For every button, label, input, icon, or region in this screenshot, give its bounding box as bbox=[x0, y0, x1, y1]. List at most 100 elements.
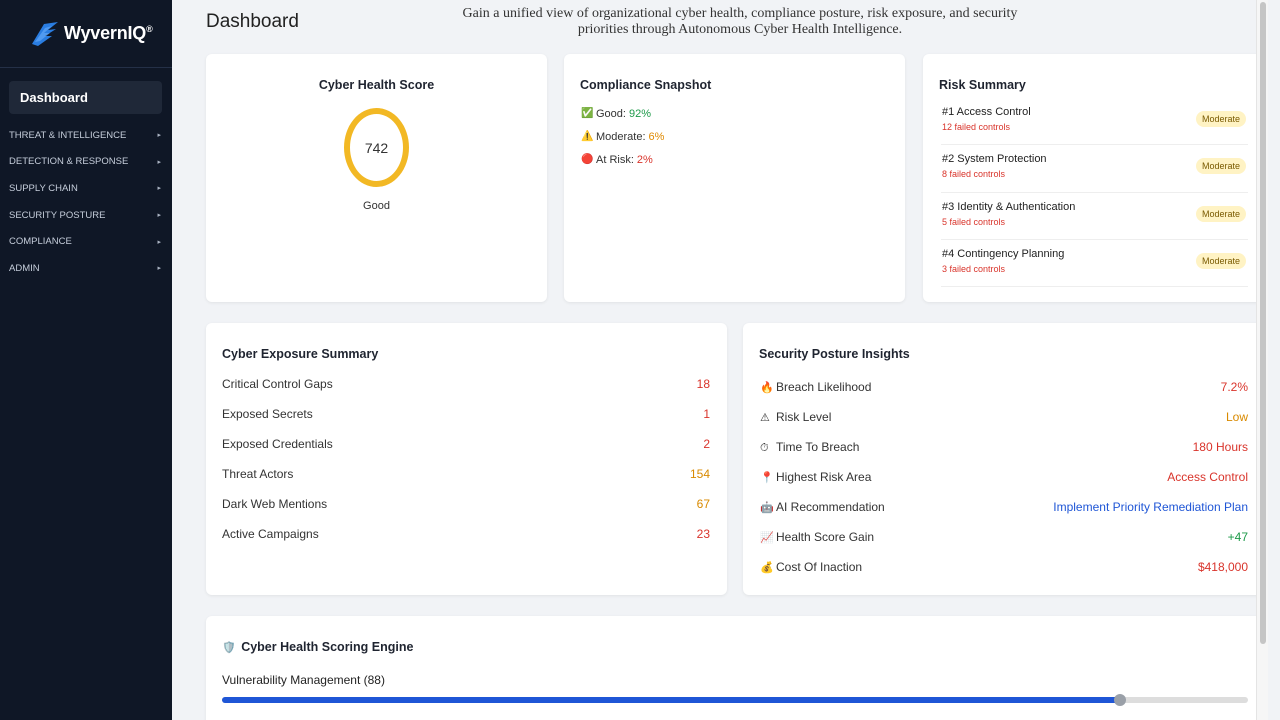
compliance-list: ✅ Good: 92% ⚠️ Moderate: 6% 🔴 At Risk: 2% bbox=[581, 102, 664, 171]
risk-item-failed-controls: 3 failed controls bbox=[942, 263, 1006, 274]
exposure-value: 67 bbox=[696, 497, 710, 511]
posture-value: Access Control bbox=[1167, 470, 1248, 484]
risk-item-title: #2 System Protection bbox=[942, 153, 1047, 166]
exposure-value: 154 bbox=[689, 467, 710, 481]
risk-item[interactable]: #4 Contingency Planning 3 failed controls… bbox=[941, 240, 1248, 288]
compliance-label: At Risk: bbox=[596, 153, 634, 166]
severity-badge: Moderate bbox=[1195, 252, 1246, 269]
vulnerability-management-slider[interactable] bbox=[222, 694, 1248, 706]
posture-row-highest-risk-area: 📍 Highest Risk Area Access Control bbox=[760, 462, 1248, 492]
exposure-label: Active Campaigns bbox=[222, 527, 319, 541]
exposure-row-active-campaigns: Active Campaigns 23 bbox=[222, 519, 710, 549]
compliance-label: Good: bbox=[596, 107, 626, 120]
posture-label: Risk Level bbox=[776, 410, 832, 424]
page-title: Dashboard bbox=[206, 11, 299, 32]
exposure-value: 18 bbox=[696, 377, 710, 391]
exposure-row-dark-web-mentions: Dark Web Mentions 67 bbox=[222, 489, 710, 519]
posture-label-group: 💰 Cost Of Inaction bbox=[760, 560, 862, 574]
severity-badge: Moderate bbox=[1195, 111, 1246, 127]
sidebar-item-security-posture[interactable]: SECURITY POSTURE ▸ bbox=[0, 202, 172, 229]
posture-value: Low bbox=[1225, 410, 1248, 424]
posture-value: $418,000 bbox=[1197, 560, 1248, 574]
sidebar-item-compliance[interactable]: COMPLIANCE ▸ bbox=[0, 228, 172, 255]
posture-value: +47 bbox=[1227, 530, 1248, 544]
page-tagline: Gain a unified view of organizational cy… bbox=[462, 6, 1018, 37]
slider-handle[interactable] bbox=[1113, 694, 1126, 706]
posture-label-group: 🔥 Breach Likelihood bbox=[760, 380, 871, 394]
posture-label: Health Score Gain bbox=[776, 530, 875, 544]
fire-icon: 🔥 bbox=[760, 382, 774, 394]
compliance-value: 2% bbox=[636, 153, 653, 166]
caret-right-icon: ▸ bbox=[157, 185, 161, 193]
posture-row-cost-of-inaction: 💰 Cost Of Inaction $418,000 bbox=[760, 552, 1248, 582]
posture-label: Cost Of Inaction bbox=[776, 560, 863, 574]
posture-row-breach-likelihood: 🔥 Breach Likelihood 7.2% bbox=[760, 372, 1248, 402]
robot-icon: 🤖 bbox=[760, 502, 774, 514]
brand[interactable]: WyvernIQ® bbox=[0, 0, 172, 68]
compliance-snapshot-card: Compliance Snapshot ✅ Good: 92% ⚠️ Moderate:… bbox=[564, 54, 905, 302]
red-dot-icon: 🔴 bbox=[581, 154, 594, 165]
posture-row-time-to-breach: ⏱ Time To Breach 180 Hours bbox=[760, 432, 1248, 462]
chart-up-icon: 📈 bbox=[760, 532, 774, 544]
risk-item-title: #4 Contingency Planning bbox=[942, 247, 1065, 260]
exposure-label: Exposed Secrets bbox=[222, 407, 313, 421]
card-title: 🛡️ Cyber Health Scoring Engine bbox=[222, 640, 414, 654]
health-score-value: 742 bbox=[364, 139, 389, 156]
compliance-row: 🔴 At Risk: 2% bbox=[581, 148, 664, 171]
slider-fill bbox=[222, 697, 1120, 703]
page-scrollbar[interactable] bbox=[1256, 0, 1268, 720]
scoring-engine-card: 🛡️ Cyber Health Scoring Engine Vulnerabi… bbox=[206, 616, 1264, 720]
sidebar-nav: THREAT & INTELLIGENCE ▸ DETECTION & RESPON… bbox=[0, 122, 172, 282]
sidebar-item-detection-response[interactable]: DETECTION & RESPONSE ▸ bbox=[0, 149, 172, 176]
posture-value: Implement Priority Remediation Plan bbox=[1053, 500, 1248, 514]
sidebar-item-dashboard[interactable]: Dashboard bbox=[9, 81, 162, 114]
sidebar-item-supply-chain[interactable]: SUPPLY CHAIN ▸ bbox=[0, 175, 172, 202]
health-score-label: Good bbox=[363, 200, 390, 212]
sidebar: WyvernIQ® Dashboard THREAT & INTELLIGENC… bbox=[0, 0, 172, 720]
exposure-value: 1 bbox=[703, 407, 710, 421]
posture-label: Breach Likelihood bbox=[776, 380, 872, 394]
caret-right-icon: ▸ bbox=[157, 238, 161, 246]
exposure-label: Dark Web Mentions bbox=[222, 497, 328, 511]
exposure-row-critical-control-gaps: Critical Control Gaps 18 bbox=[222, 369, 710, 399]
posture-label: Highest Risk Area bbox=[776, 470, 872, 484]
posture-row-risk-level: ⚠ Risk Level Low bbox=[760, 402, 1248, 432]
posture-label: AI Recommendation bbox=[776, 500, 885, 514]
sidebar-item-label: ADMIN bbox=[9, 262, 40, 274]
exposure-label: Critical Control Gaps bbox=[222, 377, 333, 391]
exposure-label: Exposed Credentials bbox=[222, 437, 333, 451]
exposure-value: 23 bbox=[696, 527, 710, 541]
posture-row-ai-recommendation: 🤖 AI Recommendation Implement Priority Rem… bbox=[760, 492, 1248, 522]
risk-item[interactable]: #2 System Protection 8 failed controls Mod… bbox=[941, 145, 1248, 193]
stopwatch-icon: ⏱ bbox=[760, 441, 769, 454]
cyber-health-score-card: Cyber Health Score 742 Good bbox=[206, 54, 547, 302]
money-bag-icon: 💰 bbox=[760, 562, 774, 574]
risk-item-failed-controls: 8 failed controls bbox=[942, 169, 1006, 180]
sidebar-item-threat-intelligence[interactable]: THREAT & INTELLIGENCE ▸ bbox=[0, 122, 172, 149]
scrollbar-thumb[interactable] bbox=[1260, 2, 1266, 644]
posture-value: 180 Hours bbox=[1192, 440, 1248, 454]
exposure-row-threat-actors: Threat Actors 154 bbox=[222, 459, 710, 489]
compliance-row: ✅ Good: 92% bbox=[581, 102, 664, 125]
risk-item[interactable]: #3 Identity & Authentication 5 failed con… bbox=[941, 193, 1248, 240]
posture-label: Time To Breach bbox=[776, 439, 860, 454]
check-icon: ✅ bbox=[581, 108, 594, 119]
card-title: Compliance Snapshot bbox=[580, 78, 712, 92]
warning-icon: ⚠ bbox=[760, 412, 770, 424]
card-title: Security Posture Insights bbox=[759, 347, 910, 361]
risk-item[interactable]: #1 Access Control 12 failed controls Moder… bbox=[941, 98, 1248, 146]
main-content: Dashboard Gain a unified view of organiz… bbox=[172, 0, 1268, 720]
sidebar-item-admin[interactable]: ADMIN ▸ bbox=[0, 255, 172, 282]
risk-summary-card: Risk Summary #1 Access Control 12 failed … bbox=[923, 54, 1264, 302]
wyvern-logo-icon bbox=[32, 21, 58, 46]
exposure-row-exposed-credentials: Exposed Credentials 2 bbox=[222, 429, 710, 459]
sidebar-item-label: COMPLIANCE bbox=[9, 236, 72, 248]
pin-icon: 📍 bbox=[760, 472, 774, 484]
compliance-value: 92% bbox=[628, 107, 651, 120]
sidebar-item-label: DETECTION & RESPONSE bbox=[9, 156, 129, 168]
compliance-row: ⚠️ Moderate: 6% bbox=[581, 125, 664, 148]
shield-icon: 🛡️ bbox=[222, 642, 236, 654]
risk-item-title: #3 Identity & Authentication bbox=[942, 200, 1076, 213]
vulnerability-management-label: Vulnerability Management (88) bbox=[222, 673, 385, 687]
severity-badge: Moderate bbox=[1195, 205, 1246, 222]
